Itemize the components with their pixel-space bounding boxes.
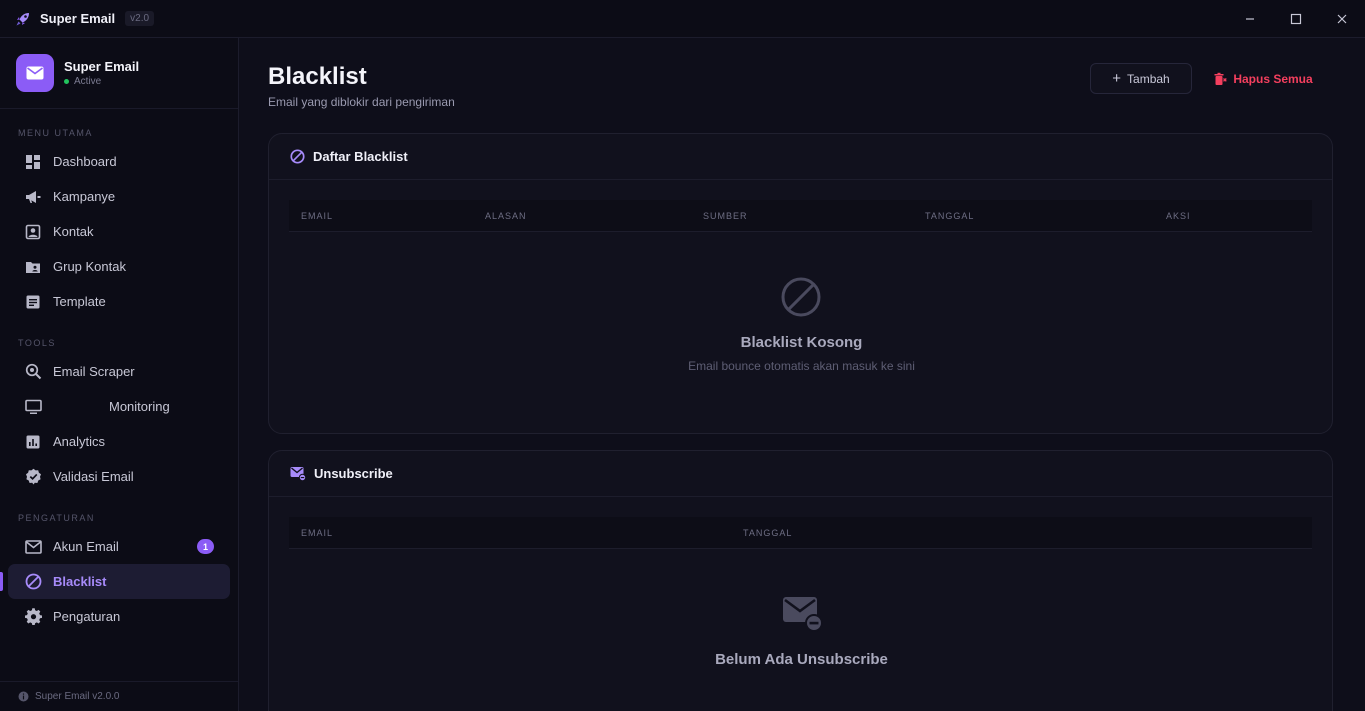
column-header-email[interactable]: EMAIL	[301, 211, 333, 221]
minimize-icon	[1246, 18, 1254, 20]
card-title: Daftar Blacklist	[313, 149, 408, 164]
delete-all-label: Hapus Semua	[1233, 71, 1313, 86]
add-button-label: Tambah	[1127, 71, 1170, 86]
megaphone-icon	[24, 188, 42, 206]
sidebar-item-label: Dashboard	[53, 154, 117, 169]
block-icon	[780, 276, 822, 318]
status-dot	[64, 79, 69, 84]
folder-user-icon	[24, 258, 42, 276]
envelope-icon	[24, 538, 42, 556]
blacklist-card: Daftar Blacklist EMAIL ALASAN SUMBER TAN…	[268, 133, 1333, 434]
main-content: Blacklist Email yang diblokir dari pengi…	[240, 38, 1365, 711]
sidebar-item-label: Blacklist	[53, 574, 107, 589]
verified-badge-icon	[24, 468, 42, 486]
monitor-icon	[24, 398, 42, 416]
count-badge: 1	[197, 539, 214, 554]
sidebar-item-label: Grup Kontak	[53, 259, 126, 274]
info-icon	[18, 691, 29, 702]
title-bar: Super Email v2.0	[0, 0, 1365, 38]
sidebar-item-monitoring[interactable]: Monitoring	[8, 389, 230, 424]
block-icon	[24, 573, 42, 591]
plus-icon: +	[1112, 70, 1122, 87]
maximize-button[interactable]	[1273, 0, 1319, 38]
analytics-icon	[24, 433, 42, 451]
empty-state-title: Blacklist Kosong	[740, 334, 863, 351]
sidebar-item-analytics[interactable]: Analytics	[8, 424, 230, 459]
minimize-button[interactable]	[1227, 0, 1273, 38]
maximize-icon	[1290, 13, 1302, 25]
sidebar-item-label: Template	[53, 294, 106, 309]
column-header-email[interactable]: EMAIL	[301, 528, 333, 538]
mail-minus-icon	[782, 595, 824, 633]
add-button[interactable]: + Tambah	[1090, 63, 1192, 94]
brand-status: Active	[64, 76, 139, 87]
column-header-sumber[interactable]: SUMBER	[703, 211, 748, 221]
status-text: Active	[74, 76, 102, 87]
search-scan-icon	[24, 363, 42, 381]
close-button[interactable]	[1319, 0, 1365, 38]
trash-icon	[1213, 72, 1228, 86]
window-title: Super Email	[40, 11, 116, 26]
sidebar-item-grup-kontak[interactable]: Grup Kontak	[8, 249, 230, 284]
sidebar-item-label: Monitoring	[109, 399, 170, 414]
sidebar-item-kampanye[interactable]: Kampanye	[8, 179, 230, 214]
footer-version: Super Email v2.0.0	[35, 691, 120, 702]
gear-icon	[24, 608, 42, 626]
sidebar-item-kontak[interactable]: Kontak	[8, 214, 230, 249]
sidebar: Super Email Active MENU UTAMA Dashboard …	[0, 38, 239, 711]
document-icon	[24, 293, 42, 311]
close-icon	[1337, 14, 1347, 24]
column-header-tanggal[interactable]: TANGGAL	[925, 211, 974, 221]
sidebar-item-label: Analytics	[53, 434, 106, 449]
sidebar-item-validasi-email[interactable]: Validasi Email	[8, 459, 230, 494]
brand-name: Super Email	[64, 59, 140, 74]
column-header-tanggal[interactable]: TANGGAL	[743, 528, 792, 538]
sidebar-item-dashboard[interactable]: Dashboard	[8, 144, 230, 179]
sidebar-footer: Super Email v2.0.0	[0, 681, 238, 711]
mail-minus-icon	[290, 466, 306, 481]
brand-block: Super Email Active	[0, 38, 238, 109]
rocket-icon	[14, 10, 32, 28]
contact-card-icon	[24, 223, 42, 241]
column-header-aksi[interactable]: AKSI	[1166, 211, 1191, 221]
card-header: Unsubscribe	[269, 451, 1332, 497]
section-label-menu: MENU UTAMA	[18, 128, 93, 138]
active-indicator	[0, 572, 3, 591]
sidebar-item-blacklist[interactable]: Blacklist	[0, 564, 230, 599]
version-badge: v2.0	[125, 11, 155, 26]
sidebar-item-label: Kampanye	[53, 189, 116, 204]
empty-state-title: Belum Ada Unsubscribe	[715, 651, 888, 668]
sidebar-item-pengaturan[interactable]: Pengaturan	[8, 599, 230, 634]
unsubscribe-card: Unsubscribe EMAIL TANGGAL Belum Ada Unsu…	[268, 450, 1333, 711]
sidebar-item-label: Email Scraper	[53, 364, 135, 379]
sidebar-item-label: Pengaturan	[53, 609, 121, 624]
section-label-tools: TOOLS	[18, 338, 56, 348]
sidebar-item-template[interactable]: Template	[8, 284, 230, 319]
dashboard-icon	[24, 153, 42, 171]
sidebar-item-label: Akun Email	[53, 539, 119, 554]
page-subtitle: Email yang diblokir dari pengiriman	[268, 95, 455, 109]
page-title: Blacklist	[268, 63, 367, 90]
empty-state-subtitle: Email bounce otomatis akan masuk ke sini	[688, 359, 915, 373]
sidebar-item-akun-email[interactable]: Akun Email 1	[8, 529, 230, 564]
table-header: EMAIL ALASAN SUMBER TANGGAL AKSI	[289, 200, 1312, 232]
block-icon	[290, 149, 305, 164]
mail-icon	[16, 54, 54, 92]
table-header: EMAIL TANGGAL	[289, 517, 1312, 549]
card-header: Daftar Blacklist	[269, 134, 1332, 180]
delete-all-button[interactable]: Hapus Semua	[1208, 63, 1318, 94]
sidebar-item-label: Kontak	[53, 224, 94, 239]
section-label-pengaturan: PENGATURAN	[18, 513, 95, 523]
sidebar-item-label: Validasi Email	[53, 469, 134, 484]
card-title: Unsubscribe	[314, 466, 393, 481]
sidebar-item-email-scraper[interactable]: Email Scraper	[8, 354, 230, 389]
column-header-alasan[interactable]: ALASAN	[485, 211, 527, 221]
